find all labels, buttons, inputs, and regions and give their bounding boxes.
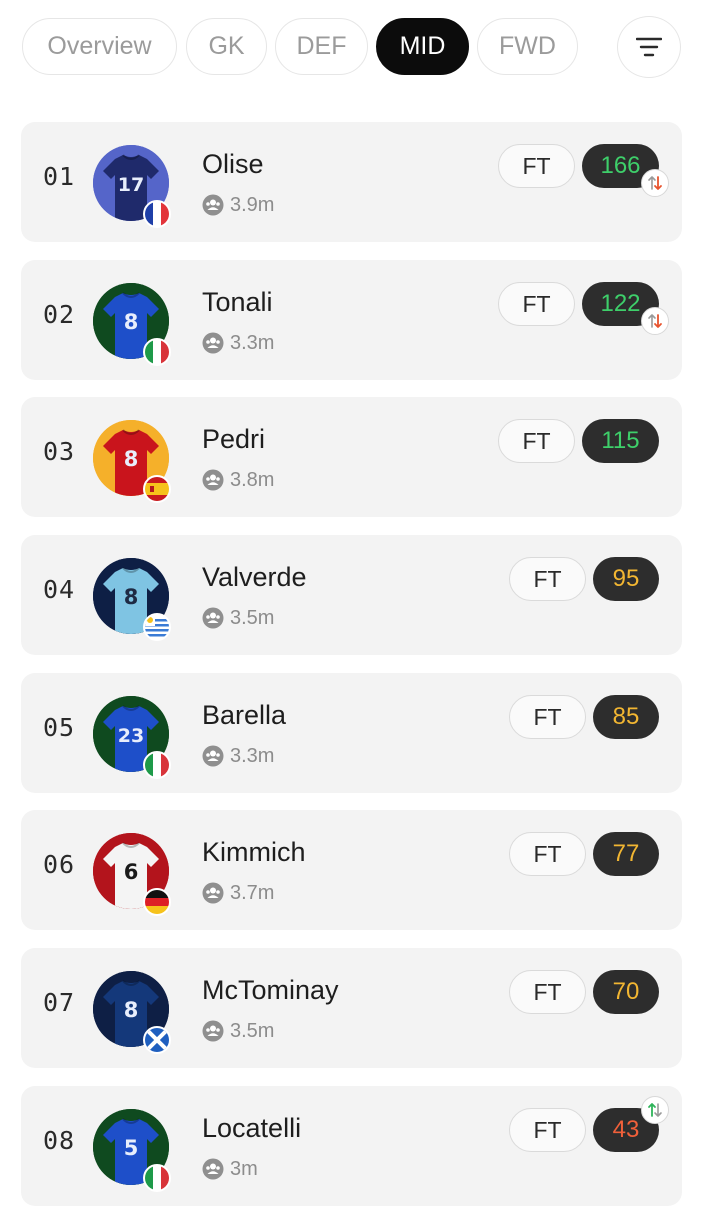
points-badge: 85 [593,695,659,739]
player-rank: 04 [43,575,76,604]
shirt-number: 6 [124,860,139,884]
italy-flag-icon [143,338,171,366]
fixture-status-badge[interactable]: FT [498,282,575,326]
position-tabs-bar: Overview GK DEF MID FWD [0,0,703,100]
player-name: Valverde [202,562,307,592]
points-badge: 77 [593,832,659,876]
tab-def[interactable]: DEF [275,18,368,75]
player-card[interactable]: 08 5 Locatelli 3m FT 43 [21,1086,682,1206]
owners-count: 3.3m [230,744,275,767]
fixture-status-badge[interactable]: FT [509,970,586,1014]
fixture-status-badge[interactable]: FT [509,1108,586,1152]
tab-fwd[interactable]: FWD [477,18,578,75]
player-card[interactable]: 01 17 Olise 3.9m FT 166 [21,122,682,242]
player-name: Locatelli [202,1113,302,1143]
player-owners: 3.9m [202,192,274,218]
shirt-number: 8 [124,998,139,1022]
player-card[interactable]: 06 6 Kimmich 3.7m FT 77 [21,810,682,930]
owners-count: 3.5m [230,1019,275,1042]
transfer-down-icon [641,169,669,197]
owners-icon [202,1158,224,1180]
transfer-up-icon [641,1096,669,1124]
scotland-flag-icon [143,1026,171,1054]
points-badge: 70 [593,970,659,1014]
player-rank: 08 [43,1126,76,1155]
shirt-number: 8 [124,310,139,334]
italy-flag-icon [143,1164,171,1192]
points-badge: 115 [582,419,659,463]
player-rank: 07 [43,988,76,1017]
fixture-status-badge[interactable]: FT [509,832,586,876]
player-card[interactable]: 04 8 Valverde 3.5m FT 95 [21,535,682,655]
player-owners: 3.3m [202,743,274,769]
owners-count: 3.5m [230,606,275,629]
owners-count: 3.8m [230,468,275,491]
uruguay-flag-icon [143,613,171,641]
player-owners: 3m [202,1156,258,1182]
shirt-number: 8 [124,447,139,471]
player-owners: 3.5m [202,605,274,631]
owners-count: 3.7m [230,881,275,904]
player-name: Olise [202,149,264,179]
owners-icon [202,882,224,904]
player-rank: 02 [43,300,76,329]
points-badge: 95 [593,557,659,601]
player-name: Barella [202,700,287,730]
player-card[interactable]: 03 8 Pedri 3.8m FT 115 [21,397,682,517]
shirt-number: 17 [118,174,144,196]
player-name: Kimmich [202,837,306,867]
owners-count: 3m [230,1157,258,1180]
owners-count: 3.9m [230,193,275,216]
player-name: McTominay [202,975,339,1005]
player-name: Tonali [202,287,273,317]
player-name: Pedri [202,424,266,454]
player-owners: 3.5m [202,1018,274,1044]
owners-icon [202,332,224,354]
italy-flag-icon [143,751,171,779]
player-rank: 06 [43,850,76,879]
shirt-number: 5 [124,1136,139,1160]
player-owners: 3.7m [202,880,274,906]
tab-gk[interactable]: GK [186,18,267,75]
player-card[interactable]: 05 23 Barella 3.3m FT 85 [21,673,682,793]
tab-mid[interactable]: MID [376,18,469,75]
filter-icon [636,37,662,57]
player-rank: 03 [43,437,76,466]
germany-flag-icon [143,888,171,916]
tab-overview[interactable]: Overview [22,18,177,75]
fixture-status-badge[interactable]: FT [498,144,575,188]
fixture-status-badge[interactable]: FT [498,419,575,463]
owners-icon [202,607,224,629]
player-card[interactable]: 07 8 McTominay 3.5m FT 70 [21,948,682,1068]
filter-button[interactable] [617,16,681,78]
player-card[interactable]: 02 8 Tonali 3.3m FT 122 [21,260,682,380]
transfer-down-icon [641,307,669,335]
owners-icon [202,194,224,216]
owners-icon [202,469,224,491]
player-owners: 3.8m [202,467,274,493]
spain-flag-icon [143,475,171,503]
player-rank: 01 [43,162,76,191]
france-flag-icon [143,200,171,228]
owners-count: 3.3m [230,331,275,354]
player-owners: 3.3m [202,330,274,356]
owners-icon [202,1020,224,1042]
owners-icon [202,745,224,767]
fixture-status-badge[interactable]: FT [509,557,586,601]
shirt-number: 23 [118,725,144,747]
player-rank: 05 [43,713,76,742]
shirt-number: 8 [124,585,139,609]
fixture-status-badge[interactable]: FT [509,695,586,739]
